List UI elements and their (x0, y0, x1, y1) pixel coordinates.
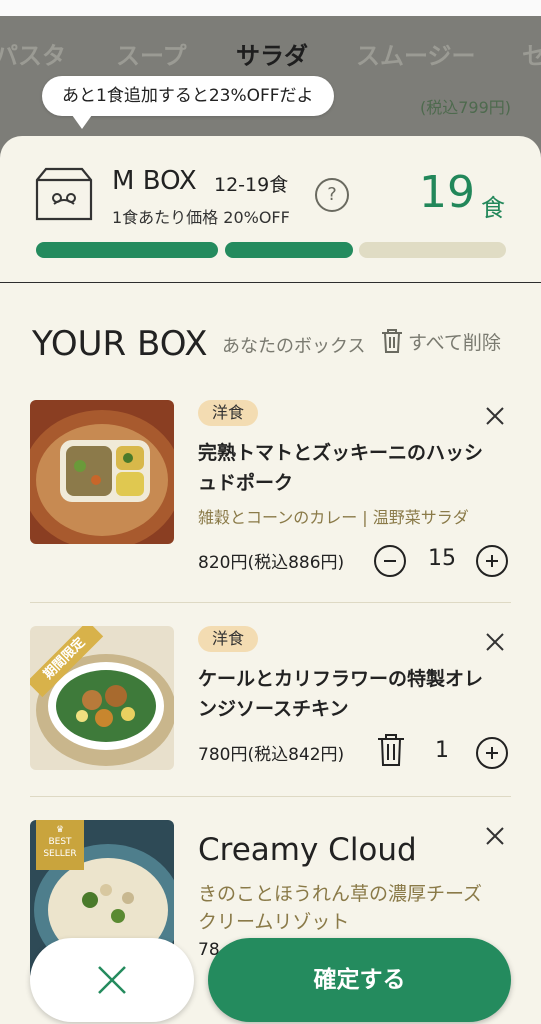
tab-salad[interactable]: サラダ (236, 36, 308, 71)
dish-image (30, 400, 174, 544)
progress-segment-2 (225, 242, 353, 258)
tab-soup[interactable]: スープ (116, 36, 187, 71)
confirm-button[interactable]: 確定する (208, 938, 511, 1022)
plus-button[interactable] (476, 545, 508, 577)
close-icon[interactable] (485, 406, 505, 426)
box-item: 洋食 完熟トマトとズッキーニのハッシュドポーク 雑穀とコーンのカレー | 温野菜… (30, 400, 511, 577)
item-divider (30, 796, 511, 797)
quantity: 15 (428, 546, 456, 571)
tab-smoothie[interactable]: スムージー (356, 36, 476, 71)
progress-segment-1 (36, 242, 218, 258)
cancel-button[interactable] (30, 938, 194, 1022)
divider (0, 282, 541, 283)
trash-icon[interactable] (380, 328, 404, 354)
background-price: (税込799円) (419, 98, 511, 117)
dish-name: ケールとカリフラワーの特製オレンジソースチキン (198, 668, 484, 720)
dish-image: 期間限定 (30, 626, 174, 770)
side-dishes: 雑穀とコーンのカレー | 温野菜サラダ (198, 508, 469, 527)
tab-pasta[interactable]: パスタ (0, 36, 66, 71)
minus-button[interactable] (374, 545, 406, 577)
best-seller-badge: ♛ BEST SELLER (36, 820, 84, 870)
tab-more[interactable]: セ (522, 36, 541, 71)
discount-tooltip: あと1食追加すると23%OFFだよ (42, 76, 334, 129)
progress-segment-3 (359, 242, 506, 258)
help-icon[interactable]: ? (315, 178, 349, 212)
your-box-subtitle: あなたのボックス (222, 336, 366, 357)
cuisine-tag: 洋食 (198, 400, 259, 426)
status-bar (0, 0, 541, 16)
box-sheet: M BOX 12-19食 1食あたり価格 20%OFF ? 19 食 YOUR … (0, 136, 541, 1024)
meal-count-unit: 食 (481, 194, 505, 222)
plus-button[interactable] (476, 737, 508, 769)
item-price: 780円(税込842円) (198, 745, 345, 765)
quantity: 1 (435, 738, 449, 763)
cuisine-tag: 洋食 (198, 626, 259, 652)
crown-icon: ♛ (55, 825, 65, 835)
box-range: 12-19食 (214, 174, 289, 196)
badge-text-bottom: SELLER (43, 849, 77, 859)
box-item: 期間限定 洋食 ケールとカリフラワーの特製オレンジソースチキン 780円(税込8… (30, 626, 511, 776)
box-name: M BOX (112, 166, 197, 196)
close-icon[interactable] (485, 632, 505, 652)
meal-count: 19 (419, 167, 475, 218)
plus-icon (486, 555, 498, 567)
dish-description: きのことほうれん草の濃厚チーズクリームリゾット (198, 883, 483, 933)
plus-icon (486, 747, 498, 759)
box-icon (35, 167, 93, 221)
item-divider (30, 602, 511, 603)
close-icon (98, 966, 126, 994)
dish-name: Creamy Cloud (198, 832, 417, 868)
badge-text-top: BEST (48, 837, 72, 847)
minus-icon (384, 560, 396, 562)
delete-all-button[interactable]: すべて削除 (408, 328, 501, 355)
item-price: 820円(税込886円) (198, 553, 345, 573)
box-discount: 1食あたり価格 20%OFF (112, 208, 290, 227)
close-icon[interactable] (485, 826, 505, 846)
dish-name: 完熟トマトとズッキーニのハッシュドポーク (198, 442, 484, 494)
trash-icon[interactable] (376, 732, 406, 768)
your-box-title: YOUR BOX (32, 324, 208, 364)
box-progress-bar (36, 242, 506, 258)
